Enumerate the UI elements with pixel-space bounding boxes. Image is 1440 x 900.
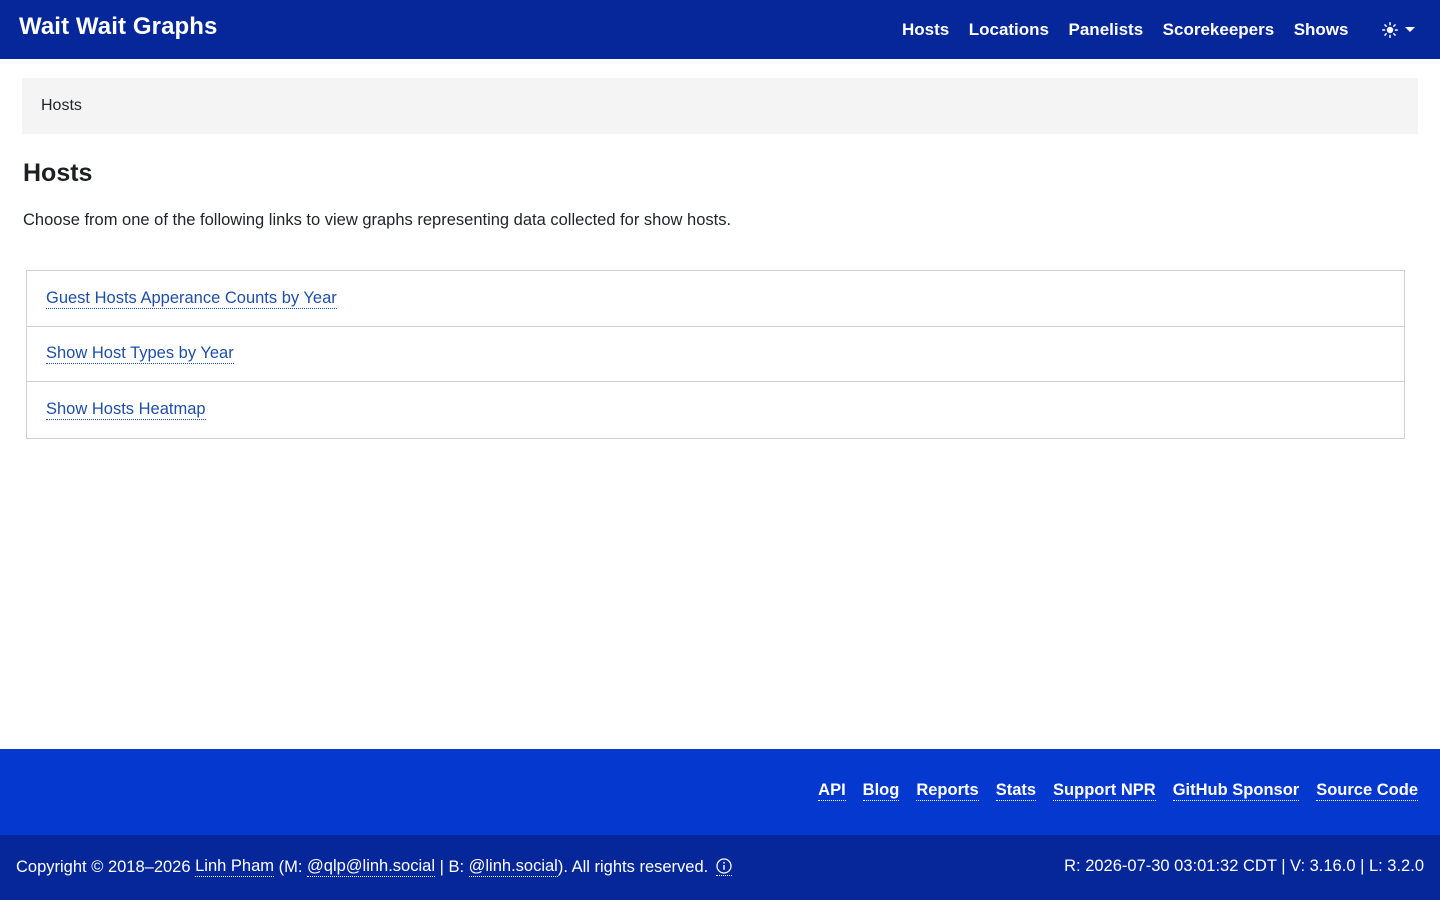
link-guest-hosts-appearance-counts[interactable]: Guest Hosts Apperance Counts by Year <box>46 288 337 309</box>
footer-link-github-sponsor[interactable]: GitHub Sponsor <box>1172 780 1300 801</box>
list-item: Show Hosts Heatmap <box>27 382 1404 438</box>
copyright: Copyright © 2018–2026 Linh Pham (M: @qlp… <box>16 857 733 877</box>
link-show-host-types[interactable]: Show Host Types by Year <box>46 343 234 365</box>
mastodon-prefix: (M: <box>274 857 308 876</box>
graph-link-list: Guest Hosts Apperance Counts by Year Sho… <box>26 270 1405 439</box>
intro-text: Choose from one of the following links t… <box>23 211 732 229</box>
list-item: Show Host Types by Year <box>27 327 1404 382</box>
footer-link-support-npr[interactable]: Support NPR <box>1053 780 1156 801</box>
chevron-down-icon <box>1405 27 1415 32</box>
footer-link-blog[interactable]: Blog <box>862 780 900 801</box>
nav-panelists[interactable]: Panelists <box>1069 20 1144 40</box>
copyright-prefix: Copyright © 2018–2026 <box>16 857 196 876</box>
bluesky-prefix: | B: <box>435 857 469 876</box>
footer-link-reports[interactable]: Reports <box>916 780 979 801</box>
top-navbar: Wait Wait Graphs Hosts Locations Panelis… <box>0 0 1440 59</box>
nav-locations[interactable]: Locations <box>969 20 1049 40</box>
link-show-hosts-heatmap[interactable]: Show Hosts Heatmap <box>46 399 206 421</box>
breadcrumb-current: Hosts <box>41 97 82 114</box>
breadcrumb: Hosts <box>22 78 1418 134</box>
theme-toggle-button[interactable] <box>1382 21 1415 38</box>
info-icon[interactable] <box>716 858 733 876</box>
footer-link-source-code[interactable]: Source Code <box>1316 780 1418 801</box>
nav-scorekeepers[interactable]: Scorekeepers <box>1163 20 1275 40</box>
rights-text: ). All rights reserved. <box>557 857 709 876</box>
build-info: R: 2026-07-30 03:01:32 CDT | V: 3.16.0 |… <box>1064 857 1424 875</box>
bluesky-link[interactable]: @linh.social <box>468 857 558 877</box>
footer-link-api[interactable]: API <box>818 780 846 801</box>
mastodon-link[interactable]: @qlp@linh.social <box>307 857 435 877</box>
footer-links: API Blog Reports Stats Support NPR GitHu… <box>801 780 1418 801</box>
footer-link-stats[interactable]: Stats <box>995 780 1037 801</box>
page-title: Hosts <box>23 159 93 187</box>
list-item: Guest Hosts Apperance Counts by Year <box>27 271 1404 327</box>
nav-hosts[interactable]: Hosts <box>902 20 949 40</box>
footer-bottom: Copyright © 2018–2026 Linh Pham (M: @qlp… <box>0 835 1440 900</box>
sun-icon <box>1382 21 1398 38</box>
nav-shows[interactable]: Shows <box>1294 20 1349 40</box>
brand-title[interactable]: Wait Wait Graphs <box>19 13 218 41</box>
main-nav: Hosts Locations Panelists Scorekeepers S… <box>902 0 1440 59</box>
author-link[interactable]: Linh Pham <box>195 857 275 877</box>
